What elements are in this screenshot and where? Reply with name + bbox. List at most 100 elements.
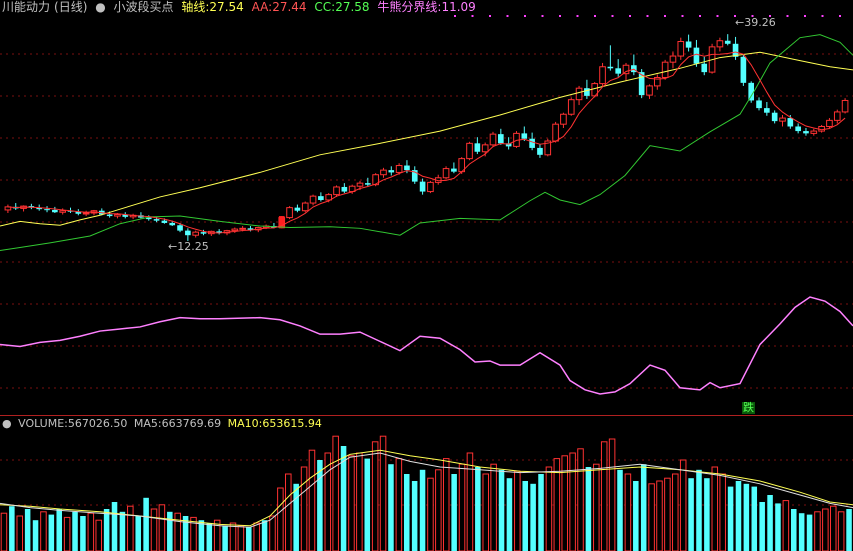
volume-bar xyxy=(806,514,813,551)
candle-body xyxy=(177,225,183,231)
signal-dot xyxy=(699,15,701,17)
candle-body xyxy=(365,183,371,185)
volume-bar xyxy=(633,481,639,551)
volume-bar xyxy=(767,495,773,551)
candle-body xyxy=(669,55,677,63)
signal-dot xyxy=(839,15,841,17)
volume-bar xyxy=(80,516,86,551)
volume-bar xyxy=(103,509,110,551)
volume-header: ● VOLUME:567026.50 MA5:663769.69 MA10:65… xyxy=(2,417,325,432)
volume-bar xyxy=(759,502,765,551)
signal-dot xyxy=(716,15,719,17)
volume-bar xyxy=(498,469,505,551)
candle-body xyxy=(442,168,450,179)
candle-body xyxy=(380,169,387,176)
volume-bar xyxy=(600,441,608,551)
signal-dot xyxy=(821,15,824,17)
volume-bar xyxy=(482,473,490,551)
volume-bar xyxy=(458,463,466,551)
sell-signal-label: 跌 xyxy=(742,401,755,414)
settings-dot-icon[interactable]: ● xyxy=(95,0,105,14)
volume-bar xyxy=(135,516,141,551)
candle-body xyxy=(169,222,176,226)
volume-bar xyxy=(679,459,687,551)
candle-body xyxy=(106,214,113,217)
volume-bar xyxy=(167,511,173,551)
aa-label: AA: xyxy=(251,0,273,14)
candle-body xyxy=(661,61,669,78)
candle-body xyxy=(724,40,731,44)
candle-body xyxy=(771,112,778,122)
candle-body xyxy=(356,182,364,187)
axis-label: 轴线: xyxy=(181,0,210,14)
volume-bar xyxy=(577,448,584,551)
low-price-label: ←12.25 xyxy=(168,240,209,253)
volume-bar xyxy=(561,455,568,551)
volume-bar xyxy=(451,474,457,551)
moving-average-lines xyxy=(0,34,853,252)
volume-bar xyxy=(648,483,655,551)
volume-bar xyxy=(688,478,694,551)
volume-bar xyxy=(798,513,805,551)
ma5-value: 663769.69 xyxy=(161,417,222,430)
indicator-name[interactable]: 小波段买点 xyxy=(114,0,174,14)
ma-red-line xyxy=(7,51,846,234)
volume-bar xyxy=(300,466,308,551)
candle-body xyxy=(584,88,590,96)
candle-body xyxy=(44,209,50,211)
ma-yellow-line xyxy=(0,51,853,227)
top-signal-dots xyxy=(454,15,841,17)
signal-dot xyxy=(611,15,614,17)
candle-body xyxy=(779,117,786,122)
volume-bar xyxy=(0,512,8,551)
candle-body xyxy=(419,181,426,192)
volume-bar xyxy=(237,525,245,551)
candle-body xyxy=(740,56,747,83)
candle-body xyxy=(114,214,121,217)
signal-dot xyxy=(576,15,579,17)
ma5-label: MA5: xyxy=(133,417,162,430)
volume-bar xyxy=(395,458,403,551)
volume-bar xyxy=(545,466,553,551)
volume-bar xyxy=(727,486,734,551)
volume-bar xyxy=(514,470,521,551)
ma10-label: MA10: xyxy=(227,417,263,430)
volume-bar xyxy=(829,505,837,551)
volume-bar xyxy=(585,467,592,551)
volume-bar xyxy=(317,460,323,551)
volume-bar xyxy=(24,509,31,551)
candle-body xyxy=(301,202,309,212)
candle-body xyxy=(795,126,801,132)
candle-body xyxy=(646,85,653,96)
candle-body xyxy=(537,147,543,155)
volume-bar xyxy=(32,520,39,551)
volume-bar xyxy=(696,469,702,551)
candle-body xyxy=(615,68,622,74)
ma10-value: 653615.94 xyxy=(262,417,322,430)
volume-bar xyxy=(111,502,118,551)
candle-body xyxy=(685,41,692,48)
volume-bar xyxy=(285,473,292,551)
candle-body xyxy=(826,119,833,127)
signal-dot xyxy=(524,15,526,17)
volume-bar xyxy=(743,483,750,551)
cc-label: CC: xyxy=(314,0,336,14)
volume-bar xyxy=(48,514,55,551)
high-price-label: ←39.26 xyxy=(735,16,776,29)
signal-dot xyxy=(786,15,789,17)
volume-bar xyxy=(40,511,47,551)
chart-period[interactable]: (日线) xyxy=(54,0,87,14)
signal-dot xyxy=(664,15,666,17)
candle-body xyxy=(52,209,58,213)
signal-dot xyxy=(646,15,649,17)
volume-bar xyxy=(403,474,410,551)
volume-bar xyxy=(672,473,679,551)
settings-dot-icon[interactable]: ● xyxy=(2,417,12,430)
chart-grid xyxy=(0,53,853,506)
stock-name[interactable]: 川能动力 xyxy=(2,0,50,14)
candle-body xyxy=(521,133,528,139)
candle-body xyxy=(841,99,849,113)
volume-bar xyxy=(150,508,158,551)
volume-bar xyxy=(617,469,623,551)
stock-chart[interactable] xyxy=(0,0,853,551)
